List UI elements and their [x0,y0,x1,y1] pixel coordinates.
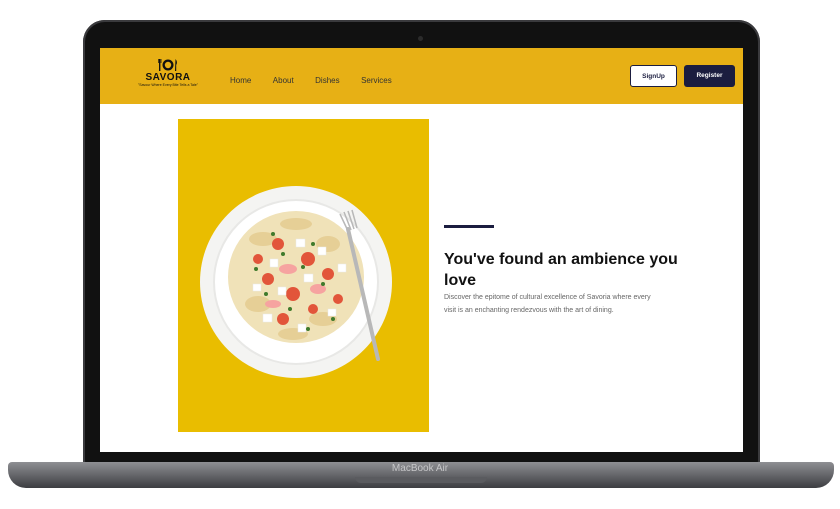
nav-dishes[interactable]: Dishes [315,76,339,85]
signup-button[interactable]: SignUp [630,65,677,87]
hero-description: Discover the epitome of cultural excelle… [444,294,651,314]
navbar: SAVORA "Savour Where Every Bite Tells a … [100,48,743,104]
pasta-plate-illustration [200,186,392,378]
brand-logo[interactable]: SAVORA "Savour Where Every Bite Tells a … [123,58,213,98]
camera-dot [418,36,423,41]
accent-divider [444,225,494,228]
nav-services[interactable]: Services [361,76,392,85]
hero-title: You've found an ambience you love [444,251,678,289]
nav-links: Home About Dishes Services [230,70,409,88]
browser-screen: SAVORA "Savour Where Every Bite Tells a … [100,48,743,452]
pasta-dish-image [178,119,429,432]
register-button[interactable]: Register [684,65,735,87]
nav-about[interactable]: About [273,76,294,85]
plate-cutlery-icon [158,59,177,71]
brand-tagline: "Savour Where Every Bite Tells a Tale" [138,83,198,87]
nav-home[interactable]: Home [230,76,251,85]
device-label: MacBook Air [391,463,449,474]
brand-name: SAVORA [145,72,191,83]
laptop-notch [355,477,487,483]
